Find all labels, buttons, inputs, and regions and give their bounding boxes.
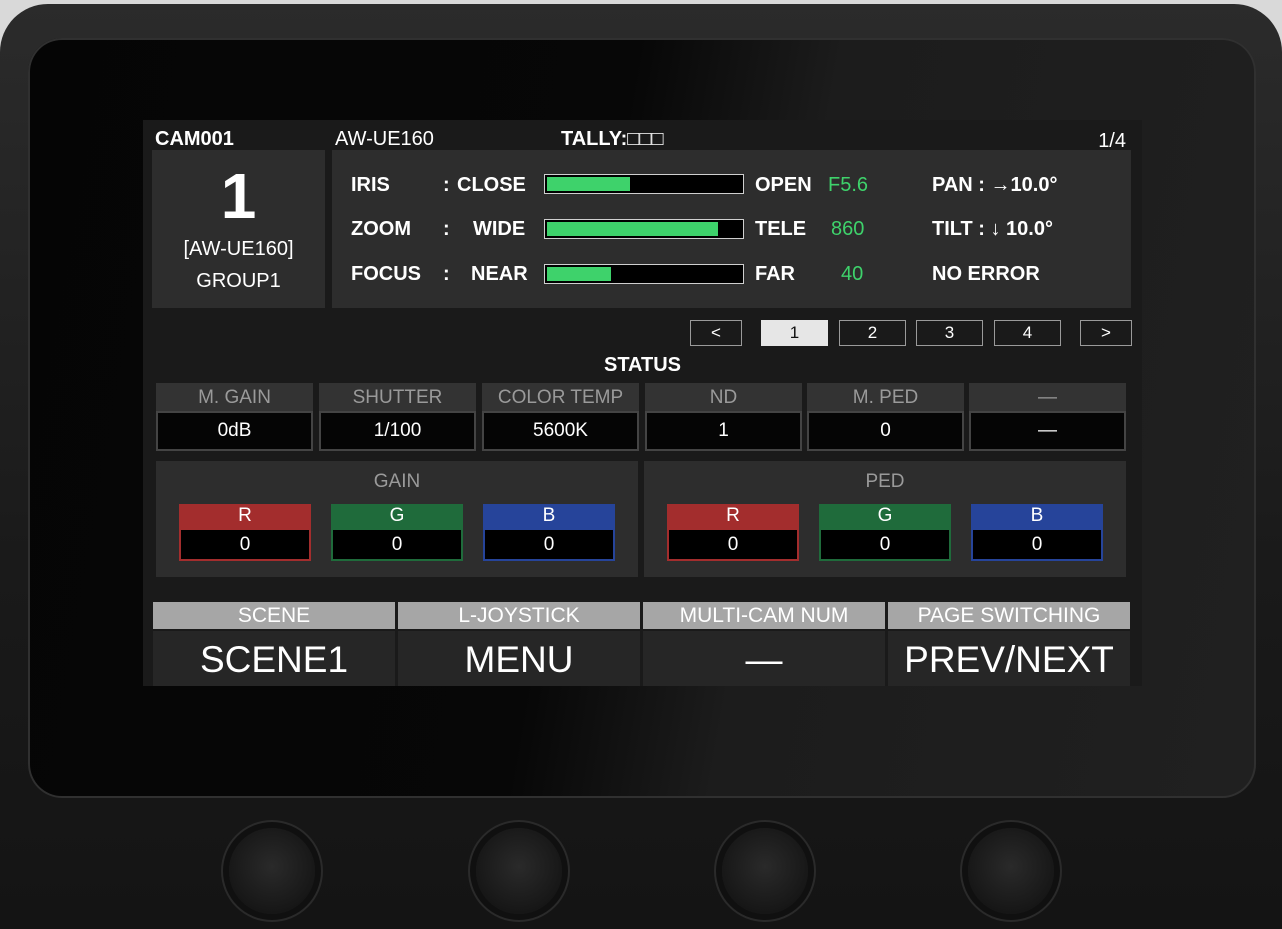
zoom-max-label: TELE (755, 218, 807, 240)
zoom-value: 860 (831, 218, 865, 240)
camera-number-box: 1 [AW-UE160] GROUP1 (152, 150, 325, 308)
tilt-readout: TILT : ↓ 10.0° (932, 218, 1053, 240)
focus-bar-fill (547, 267, 612, 281)
gain-b-box: B 0 (483, 504, 615, 561)
gain-g-label: G (389, 505, 405, 526)
next-page-button[interactable]: > (1080, 320, 1132, 346)
pan-readout: PAN : →10.0° (932, 174, 1058, 196)
model-name: AW-UE160 (335, 128, 434, 150)
gain-g-box: G 0 (331, 504, 463, 561)
iris-bar-fill (547, 177, 631, 191)
rotary-knob-3[interactable] (722, 828, 808, 914)
ped-g-box: G 0 (819, 504, 951, 561)
ped-b-box: B 0 (971, 504, 1103, 561)
status-title: STATUS (603, 354, 682, 376)
page-button-4[interactable]: 4 (994, 320, 1061, 346)
gain-b-value: 0 (485, 530, 613, 559)
gain-panel: GAIN R 0 G 0 B 0 (156, 461, 638, 577)
ped-title: PED (865, 471, 905, 492)
gain-r-box: R 0 (179, 504, 311, 561)
lens-panel: IRIS : CLOSE OPEN F5.6 ZOOM : WIDE TELE … (332, 150, 1131, 308)
gain-title: GAIN (373, 471, 421, 492)
fkey4-header: PAGE SWITCHING (888, 602, 1130, 629)
ped-r-value: 0 (669, 530, 797, 559)
error-status: NO ERROR (932, 263, 1040, 285)
ped-panel: PED R 0 G 0 B 0 (644, 461, 1126, 577)
ped-g-label: G (877, 505, 893, 526)
fkey1-header: SCENE (153, 602, 395, 629)
ped-r-box: R 0 (667, 504, 799, 561)
tally-indicator: TALLY:□□□ (561, 128, 664, 150)
iris-sep: : (443, 174, 450, 196)
ped-b-label: B (1030, 505, 1044, 526)
camera-model: [AW-UE160] (183, 238, 294, 260)
rotary-knob-4[interactable] (968, 828, 1054, 914)
zoom-label: ZOOM (351, 218, 411, 240)
focus-value: 40 (841, 263, 864, 285)
fkey1-scene-value[interactable]: SCENE1 (153, 631, 395, 686)
zoom-bar-fill (547, 222, 718, 236)
iris-value: F5.6 (828, 174, 869, 196)
fkey3-multicam-value[interactable]: — (643, 631, 885, 686)
page-button-2[interactable]: 2 (839, 320, 906, 346)
iris-max-label: OPEN (755, 174, 812, 196)
empty-value: — (969, 411, 1126, 451)
iris-min-label: CLOSE (457, 174, 526, 196)
zoom-min-label: WIDE (473, 218, 526, 240)
focus-min-label: NEAR (471, 263, 528, 285)
mgain-value: 0dB (156, 411, 313, 451)
focus-bar (544, 264, 744, 284)
colortemp-value: 5600K (482, 411, 639, 451)
focus-label: FOCUS (351, 263, 421, 285)
colortemp-header: COLOR TEMP (482, 383, 639, 411)
shutter-header: SHUTTER (319, 383, 476, 411)
iris-bar (544, 174, 744, 194)
focus-sep: : (443, 263, 450, 285)
rotary-knob-2[interactable] (476, 828, 562, 914)
ped-r-label: R (726, 505, 740, 526)
gain-b-label: B (542, 505, 556, 526)
mgain-header: M. GAIN (156, 383, 313, 411)
ped-g-value: 0 (821, 530, 949, 559)
lcd-screen: CAM001 AW-UE160 TALLY:□□□ 1/4 1 [AW-UE16… (143, 120, 1142, 686)
zoom-sep: : (443, 218, 450, 240)
prev-page-button[interactable]: < (690, 320, 742, 346)
mped-header: M. PED (807, 383, 964, 411)
empty-header: — (969, 383, 1126, 411)
zoom-bar (544, 219, 744, 239)
ped-b-value: 0 (973, 530, 1101, 559)
page-button-3[interactable]: 3 (916, 320, 983, 346)
shutter-value: 1/100 (319, 411, 476, 451)
fkey2-joystick-value[interactable]: MENU (398, 631, 640, 686)
camera-group: GROUP1 (196, 270, 281, 292)
fkey4-pageswitch-value[interactable]: PREV/NEXT (888, 631, 1130, 686)
nd-header: ND (645, 383, 802, 411)
fkey2-header: L-JOYSTICK (398, 602, 640, 629)
camera-number: 1 (220, 160, 257, 232)
focus-max-label: FAR (755, 263, 795, 285)
iris-label: IRIS (351, 174, 390, 196)
cam-id: CAM001 (155, 128, 234, 150)
gain-r-label: R (238, 505, 252, 526)
page-button-1[interactable]: 1 (761, 320, 828, 346)
mped-value: 0 (807, 411, 964, 451)
rotary-knob-1[interactable] (229, 828, 315, 914)
gain-g-value: 0 (333, 530, 461, 559)
nd-value: 1 (645, 411, 802, 451)
fkey3-header: MULTI-CAM NUM (643, 602, 885, 629)
gain-r-value: 0 (181, 530, 309, 559)
